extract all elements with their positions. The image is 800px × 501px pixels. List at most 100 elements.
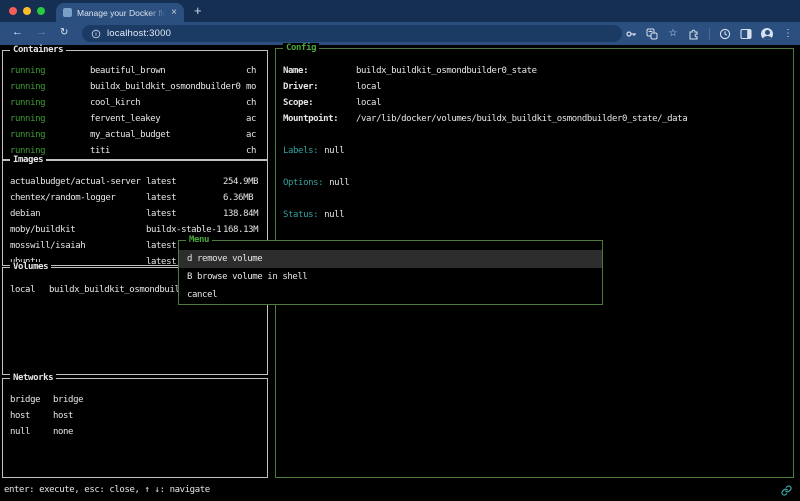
container-state: running [10, 111, 45, 127]
container-name: beautiful_brown [90, 63, 165, 79]
config-field-value: null [329, 178, 349, 188]
config-field-value: local [356, 79, 381, 95]
config-field-value: buildx_buildkit_osmondbuilder0_state [356, 63, 537, 79]
config-field-value: null [324, 146, 344, 156]
side-panel-icon[interactable] [740, 28, 752, 40]
password-manager-icon[interactable] [625, 28, 637, 40]
image-tag: latest [146, 174, 176, 190]
container-row[interactable]: running buildx_buildkit_osmondbuilder0 m… [3, 79, 267, 95]
config-field: Status:null [276, 207, 793, 223]
connection-link-icon [781, 485, 792, 496]
toolbar-divider [709, 28, 710, 40]
container-image: ac [246, 127, 256, 143]
config-field-label: Options: [283, 178, 323, 188]
menu-item-cancel[interactable]: cancel [179, 286, 602, 304]
browser-tab[interactable]: Manage your Docker fleet wi × [56, 3, 184, 22]
terminal-app: Containers running beautiful_brown ch ru… [0, 45, 800, 501]
browser-toolbar: ← → ↻ localhost:3000 ☆ [0, 22, 800, 45]
network-row[interactable]: bridge bridge [3, 392, 267, 408]
reload-button[interactable]: ↻ [60, 27, 68, 38]
container-image: ch [246, 63, 256, 79]
container-name: fervent_leakey [90, 111, 160, 127]
network-driver: host [53, 408, 73, 424]
config-field-label: Driver: [283, 79, 318, 95]
network-row[interactable]: host host [3, 408, 267, 424]
address-bar[interactable]: localhost:3000 [82, 25, 622, 42]
image-tag: latest [146, 238, 176, 254]
translate-icon[interactable] [646, 28, 658, 40]
profile-avatar[interactable] [761, 28, 773, 40]
container-row[interactable]: running beautiful_brown ch [3, 63, 267, 79]
container-name: my_actual_budget [90, 127, 170, 143]
volumes-panel-title: Volumes [10, 262, 51, 273]
image-size: 138.84M [223, 206, 258, 222]
tab-strip: Manage your Docker fleet wi × + [0, 0, 800, 22]
browser-chrome: Manage your Docker fleet wi × + ← → ↻ lo… [0, 0, 800, 45]
extensions-icon[interactable] [688, 28, 700, 40]
container-image: ch [246, 95, 256, 111]
config-field-label: Scope: [283, 95, 313, 111]
image-name: debian [10, 206, 40, 222]
forward-button[interactable]: → [36, 26, 47, 38]
container-row[interactable]: running my_actual_budget ac [3, 127, 267, 143]
back-button[interactable]: ← [12, 26, 23, 38]
networks-panel[interactable]: Networks bridge bridge host host null no… [2, 378, 268, 478]
close-window-button[interactable] [9, 7, 17, 15]
config-field-label: Labels: [283, 146, 318, 156]
container-state: running [10, 79, 45, 95]
url-text: localhost:3000 [107, 28, 171, 39]
container-state: running [10, 127, 45, 143]
image-size: 254.9MB [223, 174, 258, 190]
container-row[interactable]: running cool_kirch ch [3, 95, 267, 111]
networks-panel-title: Networks [10, 373, 56, 384]
config-field-label: Mountpoint: [283, 111, 338, 127]
new-tab-button[interactable]: + [194, 3, 202, 18]
network-name: bridge [10, 392, 40, 408]
container-state: running [10, 63, 45, 79]
image-name: moby/buildkit [10, 222, 75, 238]
tab-title: Manage your Docker fleet wi [77, 8, 166, 18]
bookmark-star-icon[interactable]: ☆ [667, 28, 679, 40]
network-row[interactable]: null none [3, 424, 267, 440]
container-row[interactable]: running fervent_leakey ac [3, 111, 267, 127]
tab-favicon [63, 8, 72, 17]
config-panel-title: Config [283, 43, 319, 54]
image-row[interactable]: actualbudget/actual-server latest 254.9M… [3, 174, 267, 190]
image-row[interactable]: debian latest 138.84M [3, 206, 267, 222]
config-field-value: /var/lib/docker/volumes/buildx_buildkit_… [356, 111, 687, 127]
image-tag: latest [146, 206, 176, 222]
status-bar: enter: execute, esc: close, ↑ ↓: navigat… [0, 482, 800, 501]
container-state: running [10, 95, 45, 111]
container-name: titi [90, 143, 110, 159]
container-name: buildx_buildkit_osmondbuilder0 [90, 79, 241, 95]
container-image: ac [246, 111, 256, 127]
images-panel-title: Images [10, 155, 46, 166]
config-field: Options: null [276, 175, 793, 191]
containers-panel[interactable]: Containers running beautiful_brown ch ru… [2, 50, 268, 160]
containers-panel-title: Containers [10, 45, 66, 56]
action-menu-popup: Menu d remove volume B browse volume in … [178, 240, 603, 305]
image-tag: latest [146, 254, 176, 265]
minimize-window-button[interactable] [23, 7, 31, 15]
image-size: 6.36MB [223, 190, 253, 206]
network-driver: none [53, 424, 73, 440]
image-name: actualbudget/actual-server [10, 174, 140, 190]
container-name: cool_kirch [90, 95, 140, 111]
image-row[interactable]: moby/buildkit buildx-stable-1 168.13M [3, 222, 267, 238]
menu-title: Menu [186, 235, 212, 246]
config-field: Labels: null [276, 143, 793, 159]
network-name: host [10, 408, 30, 424]
menu-item-browse-volume[interactable]: B browse volume in shell [179, 268, 602, 286]
image-row[interactable]: chentex/random-logger latest 6.36MB [3, 190, 267, 206]
site-info-icon[interactable] [91, 29, 101, 39]
menu-item-remove-volume[interactable]: d remove volume [179, 250, 602, 268]
close-tab-icon[interactable]: × [171, 8, 177, 18]
volume-driver: local [10, 282, 35, 298]
container-image: ch [246, 143, 256, 159]
config-field-value: local [356, 95, 381, 111]
config-field: Name: buildx_buildkit_osmondbuilder0_sta… [276, 63, 793, 79]
browser-menu-icon[interactable]: ⋮ [782, 28, 794, 40]
extension-badge-icon[interactable] [719, 28, 731, 40]
maximize-window-button[interactable] [37, 7, 45, 15]
image-name: mosswill/isaiah [10, 238, 85, 254]
